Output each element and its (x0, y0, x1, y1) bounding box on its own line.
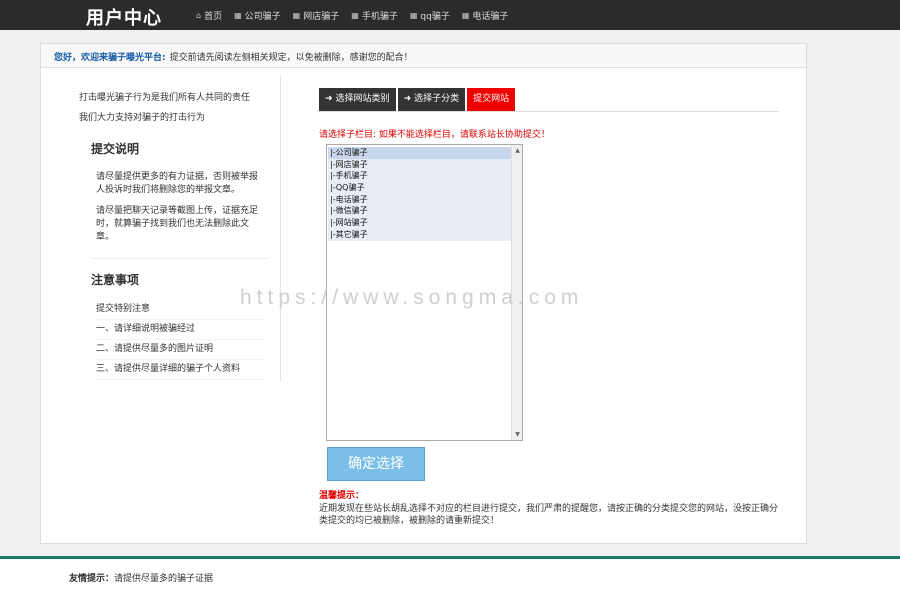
nav-label: 电话骗子 (472, 12, 509, 22)
nav-label: 首页 (204, 12, 223, 22)
footer: 友情提示：请提供尽量多的骗子证据 (0, 559, 900, 596)
sidebar-line: 我们大力支持对骗子的打击行为 (79, 113, 206, 123)
confirm-button[interactable]: 确定选择 (327, 447, 425, 481)
tab-submit-site[interactable]: 提交网站 (467, 88, 516, 111)
nav-label: qq骗子 (420, 12, 450, 22)
listbox-option[interactable]: |-手机骗子 (328, 170, 511, 183)
list-item: 二、请提供尽量多的图片证明 (96, 340, 264, 360)
welcome-bar: 您好，欢迎来骗子曝光平台: 提交前请先阅读左侧相关规定，以免被删除，感谢您的配合！ (41, 44, 806, 68)
tab-select-category[interactable]: ➜ 选择网站类别 (319, 88, 396, 111)
grid-icon: ▦ (461, 11, 470, 20)
listbox-options: |-公司骗子 |-网店骗子 |-手机骗子 |-QQ骗子 |-电话骗子 |-微信骗… (328, 147, 511, 241)
nav-label: 手机骗子 (361, 12, 398, 22)
listbox-option[interactable]: |-电话骗子 (328, 193, 511, 206)
nav-label: 网店骗子 (303, 12, 340, 22)
nav-item-company[interactable]: ▦ 公司骗子 (234, 9, 281, 22)
sidebar-line: 打击曝光骗子行为是我们所有人共同的责任 (79, 93, 251, 103)
scroll-down-icon[interactable]: ▼ (512, 429, 523, 440)
submit-instructions-title: 提交说明 (91, 142, 140, 156)
arrow-right-icon: ➜ (403, 94, 412, 104)
submit-instructions: 请尽量提供更多的有力证据，否则被举报人投诉时我们将删除您的举报文章。 请尽量把聊… (91, 165, 269, 259)
main-nav: ⌂ 首页 ▦ 公司骗子 ▦ 网店骗子 ▦ 手机骗子 ▦ qq骗子 ▦ 电话骗子 (196, 9, 508, 22)
tab-label: 选择子分类 (414, 94, 460, 104)
tab-select-subcategory[interactable]: ➜ 选择子分类 (397, 88, 466, 111)
nav-item-qq[interactable]: ▦ qq骗子 (410, 9, 450, 22)
nav-item-home[interactable]: ⌂ 首页 (196, 9, 222, 22)
nav-item-phone[interactable]: ▦ 电话骗子 (462, 9, 509, 22)
nav-item-shop[interactable]: ▦ 网店骗子 (293, 9, 340, 22)
column-divider (280, 76, 281, 382)
grid-icon: ▦ (409, 11, 418, 20)
tab-label: 选择网站类别 (335, 94, 390, 104)
instruction-paragraph: 请尽量提供更多的有力证据，否则被举报人投诉时我们将删除您的举报文章。 (96, 172, 259, 195)
warning-title: 温馨提示： (319, 491, 365, 501)
footer-tip-label: 友情提示： (69, 574, 115, 584)
listbox-option[interactable]: |-公司骗子 (328, 147, 511, 159)
grid-icon: ▦ (351, 11, 359, 20)
brand-title: 用户中心 (86, 8, 162, 29)
watermark-text: https://www.songma.com (240, 286, 584, 309)
home-icon: ⌂ (196, 11, 202, 20)
grid-icon: ▦ (234, 11, 242, 20)
list-item: 提交特别注意 (96, 300, 264, 320)
warning-notice: 温馨提示： 近期发现在些站长胡乱选择不对应的栏目进行提交，我们严肃的提醒您，请按… (319, 490, 779, 528)
welcome-notice: 提交前请先阅读左侧相关规定，以免被删除，感谢您的配合！ (169, 53, 413, 63)
instruction-paragraph: 请尽量把聊天记录等截图上传，证据充足时，就算骗子找到我们也无法删除此文章。 (96, 206, 259, 242)
left-sidebar: 打击曝光骗子行为是我们所有人共同的责任 我们大力支持对骗子的打击行为 提交说明 … (79, 88, 279, 384)
grid-icon: ▦ (292, 11, 301, 20)
listbox-option[interactable]: |-QQ骗子 (328, 182, 511, 194)
footer-tip: 友情提示：请提供尽量多的骗子证据 (69, 571, 213, 584)
footer-tip-text: 请提供尽量多的骗子证据 (114, 574, 214, 584)
listbox-option[interactable]: |-网站骗子 (328, 217, 511, 229)
subcategory-hint: 请选择子栏目: 如果不能选择栏目，请联系站长协助提交！ (319, 130, 550, 140)
top-navbar: 用户中心 ⌂ 首页 ▦ 公司骗子 ▦ 网店骗子 ▦ 手机骗子 ▦ qq骗子 ▦ 电话骗子 (0, 0, 900, 30)
listbox-option[interactable]: |-其它骗子 (328, 228, 511, 241)
nav-item-mobile[interactable]: ▦ 手机骗子 (351, 9, 398, 22)
listbox-option[interactable]: |-网店骗子 (328, 158, 511, 171)
welcome-greeting: 您好，欢迎来骗子曝光平台: (54, 53, 166, 63)
listbox-option[interactable]: |-微信骗子 (328, 205, 511, 218)
step-tabs: ➜ 选择网站类别 ➜ 选择子分类 提交网站 (319, 88, 779, 112)
scroll-up-icon[interactable]: ▲ (512, 145, 523, 156)
list-item: 三、请提供尽量详细的骗子个人资料 (96, 360, 264, 380)
arrow-right-icon: ➜ (325, 94, 333, 104)
nav-label: 公司骗子 (244, 12, 281, 22)
warning-text: 近期发现在些站长胡乱选择不对应的栏目进行提交，我们严肃的提醒您，请按正确的分类提… (319, 503, 779, 527)
list-item: 一、请详细说明被骗经过 (96, 320, 264, 340)
tab-label: 提交网站 (473, 94, 510, 104)
